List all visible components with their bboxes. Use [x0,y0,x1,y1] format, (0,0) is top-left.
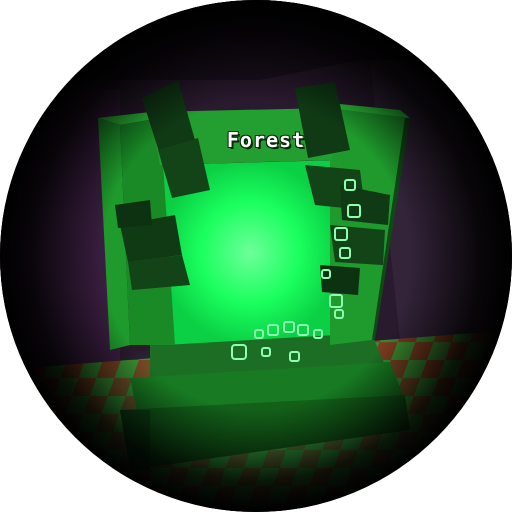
game-viewport: Forest [0,0,512,512]
portal-name-label: Forest [226,128,306,152]
scene-svg [0,0,512,512]
vignette-overlay [0,0,512,512]
